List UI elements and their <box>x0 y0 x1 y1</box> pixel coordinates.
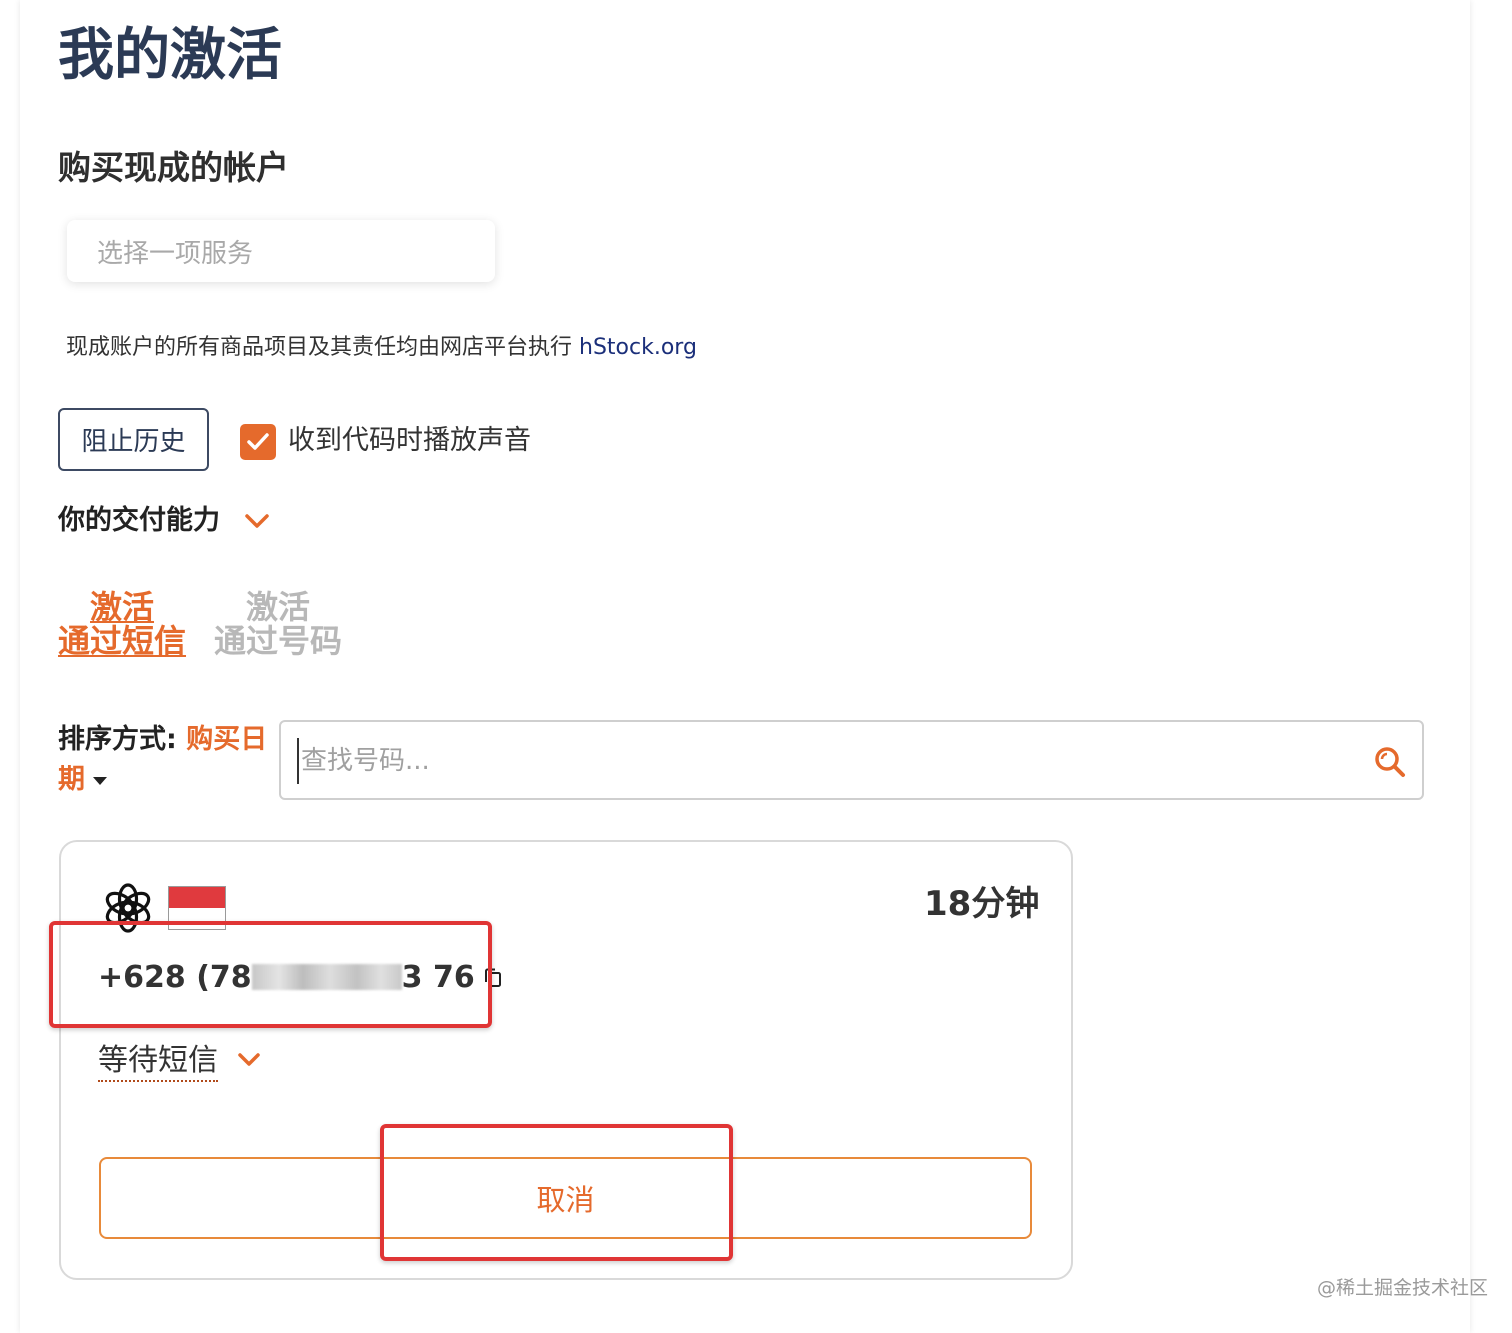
disclaimer-text: 现成账户的所有商品项目及其责任均由网店平台执行 hStock.org <box>66 333 697 364</box>
tab-activation-sms[interactable]: 激活 通过短信 <box>58 590 186 658</box>
service-select-placeholder: 选择一项服务 <box>97 238 254 269</box>
service-select[interactable]: 选择一项服务 <box>67 220 495 282</box>
chevron-down-icon[interactable] <box>236 1049 262 1071</box>
watermark: @稀土掘金技术社区 <box>1317 1277 1489 1299</box>
block-history-button[interactable]: 阻止历史 <box>58 408 209 471</box>
sound-checkbox[interactable] <box>240 424 276 460</box>
annotation-box-cancel <box>380 1124 733 1261</box>
tab-sms-line2: 通过短信 <box>58 622 187 660</box>
waiting-sms-status[interactable]: 等待短信 <box>98 1041 218 1082</box>
sort-value-part1[interactable]: 购买日 <box>186 724 267 755</box>
annotation-box-phone <box>49 921 492 1028</box>
page-title: 我的激活 <box>58 23 282 88</box>
tab-number-line2: 通过号码 <box>214 622 343 660</box>
disclaimer-body: 现成账户的所有商品项目及其责任均由网店平台执行 <box>66 335 579 360</box>
search-box <box>279 720 1424 800</box>
tab-number-line1: 激活 <box>246 588 311 626</box>
sort-control: 排序方式: 购买日 期 <box>58 720 278 800</box>
sort-label: 排序方式: <box>58 724 187 755</box>
caret-down-icon[interactable] <box>93 776 107 785</box>
chevron-down-icon[interactable] <box>243 509 271 533</box>
checkmark-icon <box>247 433 269 450</box>
search-input[interactable] <box>297 738 1363 784</box>
search-icon[interactable] <box>1374 746 1406 778</box>
tab-sms-line1: 激活 <box>90 588 155 626</box>
section-title: 购买现成的帐户 <box>58 148 289 187</box>
sound-checkbox-label: 收到代码时播放声音 <box>288 425 531 456</box>
time-remaining: 18分钟 <box>924 884 1040 924</box>
hstock-link[interactable]: hStock.org <box>579 335 697 360</box>
sort-value-part2[interactable]: 期 <box>58 764 85 795</box>
delivery-capability-label[interactable]: 你的交付能力 <box>58 503 220 538</box>
tab-activation-number[interactable]: 激活 通过号码 <box>214 590 342 658</box>
